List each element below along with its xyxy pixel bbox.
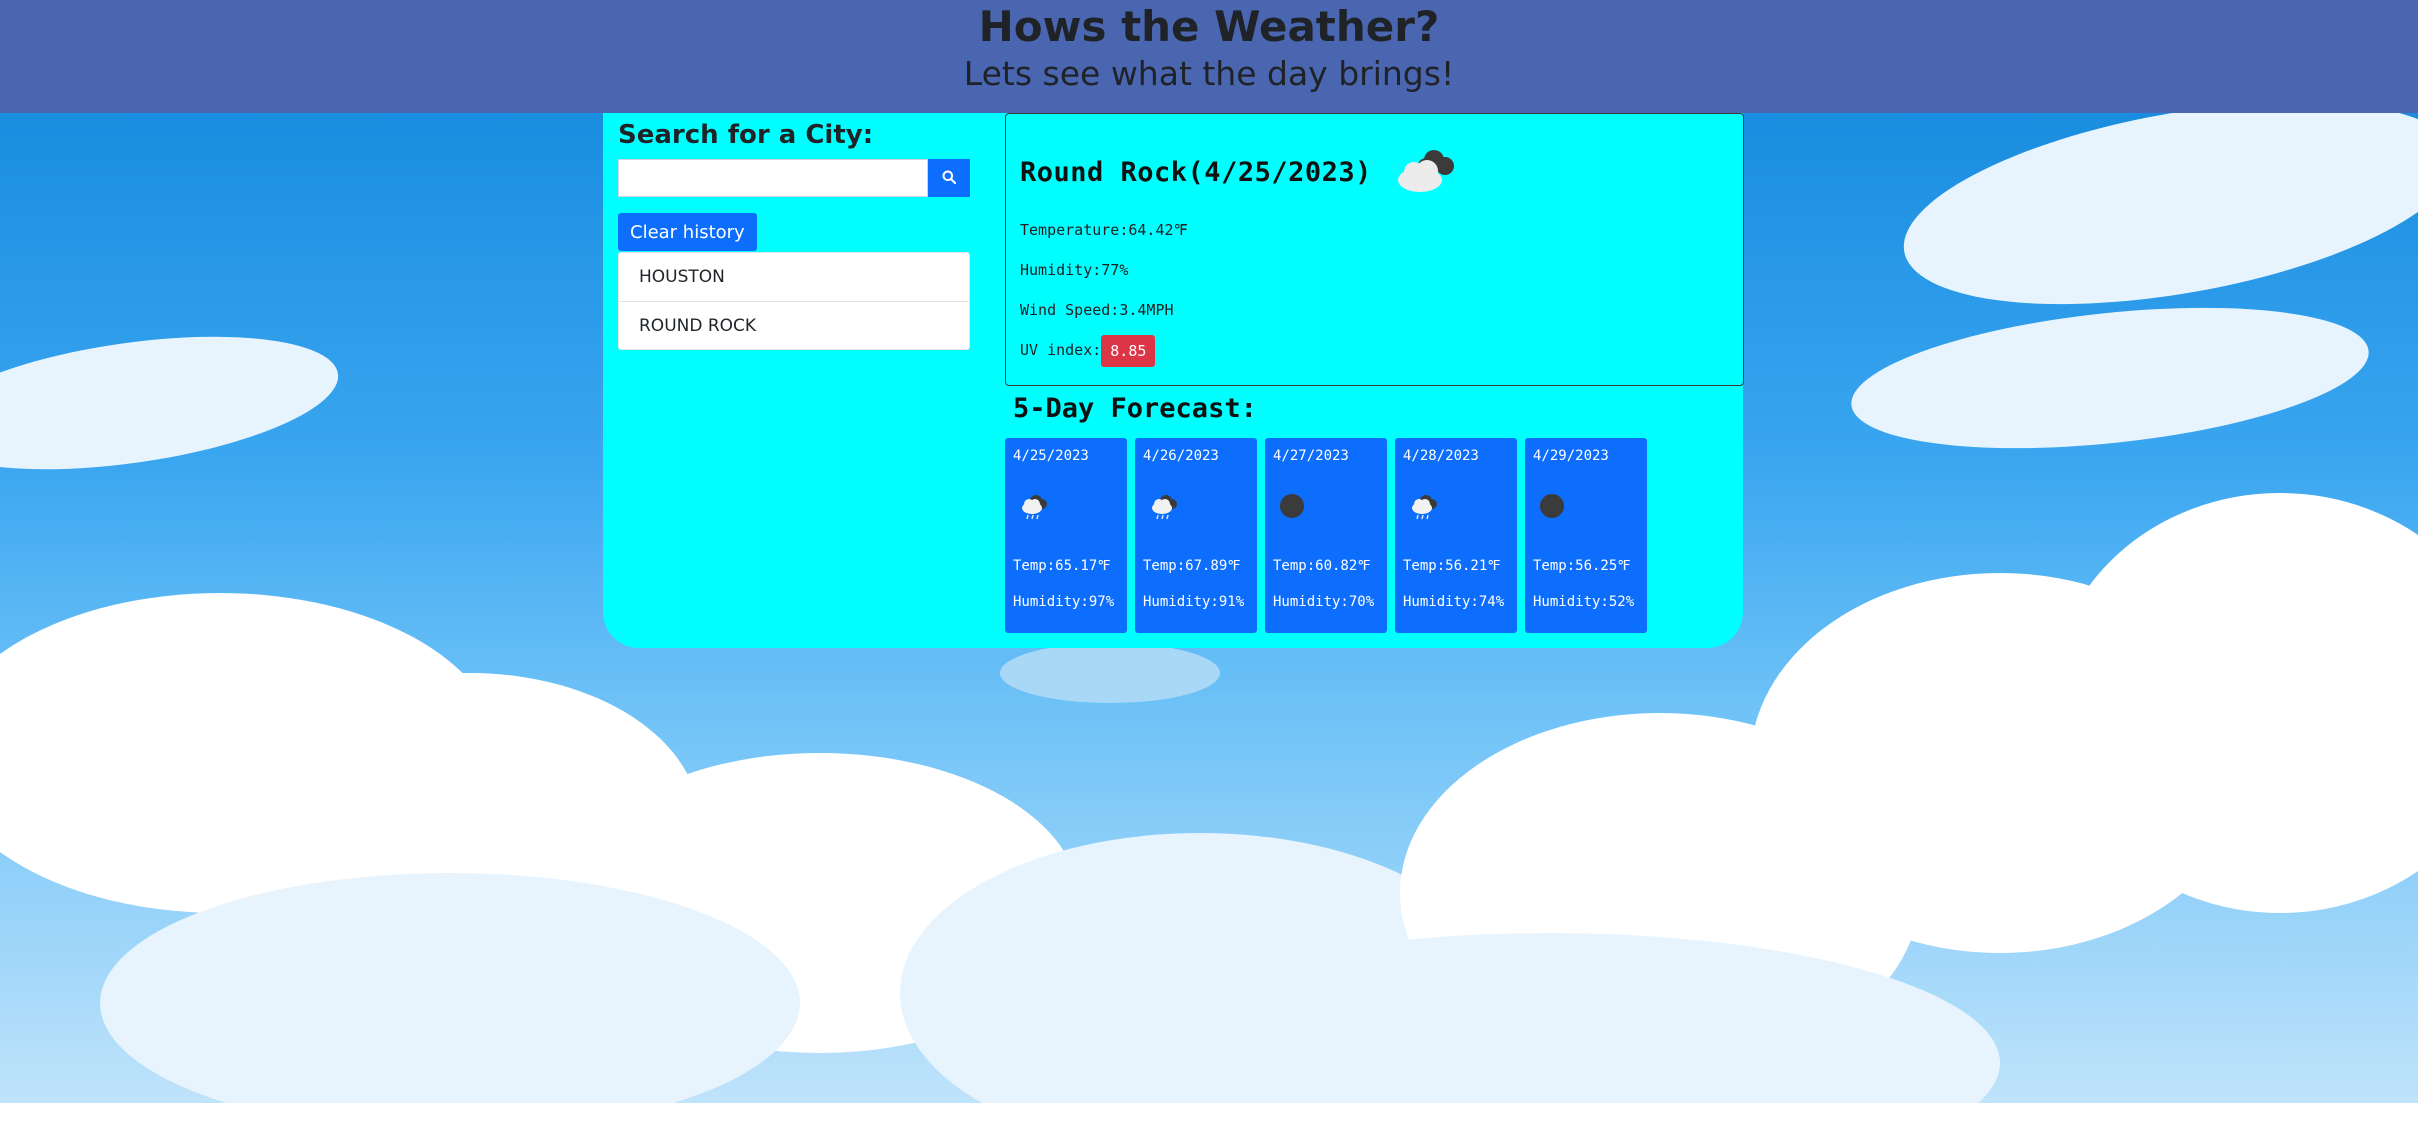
clear-history-button[interactable]: Clear history [618,213,757,251]
forecast-card: 4/29/2023 Temp:56.25℉ Humidity:52% [1525,438,1647,633]
current-uv-row: UV index: 8.85 [1020,330,1729,370]
forecast-temp: Temp:67.89℉ [1143,558,1241,574]
forecast-date: 4/28/2023 [1403,448,1479,464]
forecast-date: 4/27/2023 [1273,448,1349,464]
search-row [618,159,970,197]
forecast-card: 4/26/2023 Temp:67.89℉ Humidity:91% [1135,438,1257,633]
search-icon [942,170,957,187]
forecast-temp: Temp:60.82℉ [1273,558,1371,574]
history-item-round-rock[interactable]: ROUND ROCK [619,301,969,349]
forecast-card: 4/25/2023 Temp:65.17℉ Humidity:97% [1005,438,1127,633]
forecast-humidity: Humidity:70% [1273,594,1375,610]
uv-index-badge: 8.85 [1101,334,1156,367]
city-search-input[interactable] [618,159,928,197]
search-button[interactable] [928,159,970,197]
current-humidity: Humidity:77% [1020,261,1129,279]
current-city-date: Round Rock(4/25/2023) [1020,156,1372,188]
cloudy-icon [1390,144,1462,200]
dark-cloud-icon [1279,492,1309,524]
forecast-date: 4/29/2023 [1533,448,1609,464]
rain-cloud-icon [1149,492,1179,524]
uv-label: UV index: [1020,341,1102,359]
forecast-humidity: Humidity:74% [1403,594,1505,610]
forecast-date: 4/26/2023 [1143,448,1219,464]
forecast-cards: 4/25/2023 Temp:65.17℉ Humidity:97% 4/26/… [1005,438,1655,633]
forecast-temp: Temp:65.17℉ [1013,558,1111,574]
rain-cloud-icon [1019,492,1049,524]
forecast-card: 4/28/2023 Temp:56.21℉ Humidity:74% [1395,438,1517,633]
forecast-temp: Temp:56.21℉ [1403,558,1501,574]
current-title-row: Round Rock(4/25/2023) [1020,144,1729,200]
forecast-humidity: Humidity:52% [1533,594,1635,610]
forecast-heading: 5-Day Forecast: [1013,393,1257,424]
forecast-date: 4/25/2023 [1013,448,1089,464]
current-weather-card: Round Rock(4/25/2023) Temperature:64.42℉… [1005,113,1744,386]
forecast-card: 4/27/2023 Temp:60.82℉ Humidity:70% [1265,438,1387,633]
history-item-houston[interactable]: HOUSTON [619,253,969,301]
forecast-temp: Temp:56.25℉ [1533,558,1631,574]
forecast-humidity: Humidity:91% [1143,594,1245,610]
forecast-humidity: Humidity:97% [1013,594,1115,610]
page-footer-strip [0,1103,2418,1146]
search-history-list: HOUSTON ROUND ROCK [618,252,970,350]
current-temperature: Temperature:64.42℉ [1020,221,1188,239]
weather-panel: Search for a City: Clear history HOUSTON… [603,113,1744,648]
search-sidebar: Search for a City: Clear history HOUSTON… [618,113,970,350]
page-subtitle: Lets see what the day brings! [963,54,1455,93]
rain-cloud-icon [1409,492,1439,524]
dark-cloud-icon [1539,492,1569,524]
page-title: Hows the Weather? [978,2,1440,51]
page-header: Hows the Weather? Lets see what the day … [0,0,2418,113]
search-heading: Search for a City: [618,120,874,150]
current-wind-speed: Wind Speed:3.4MPH [1020,301,1174,319]
